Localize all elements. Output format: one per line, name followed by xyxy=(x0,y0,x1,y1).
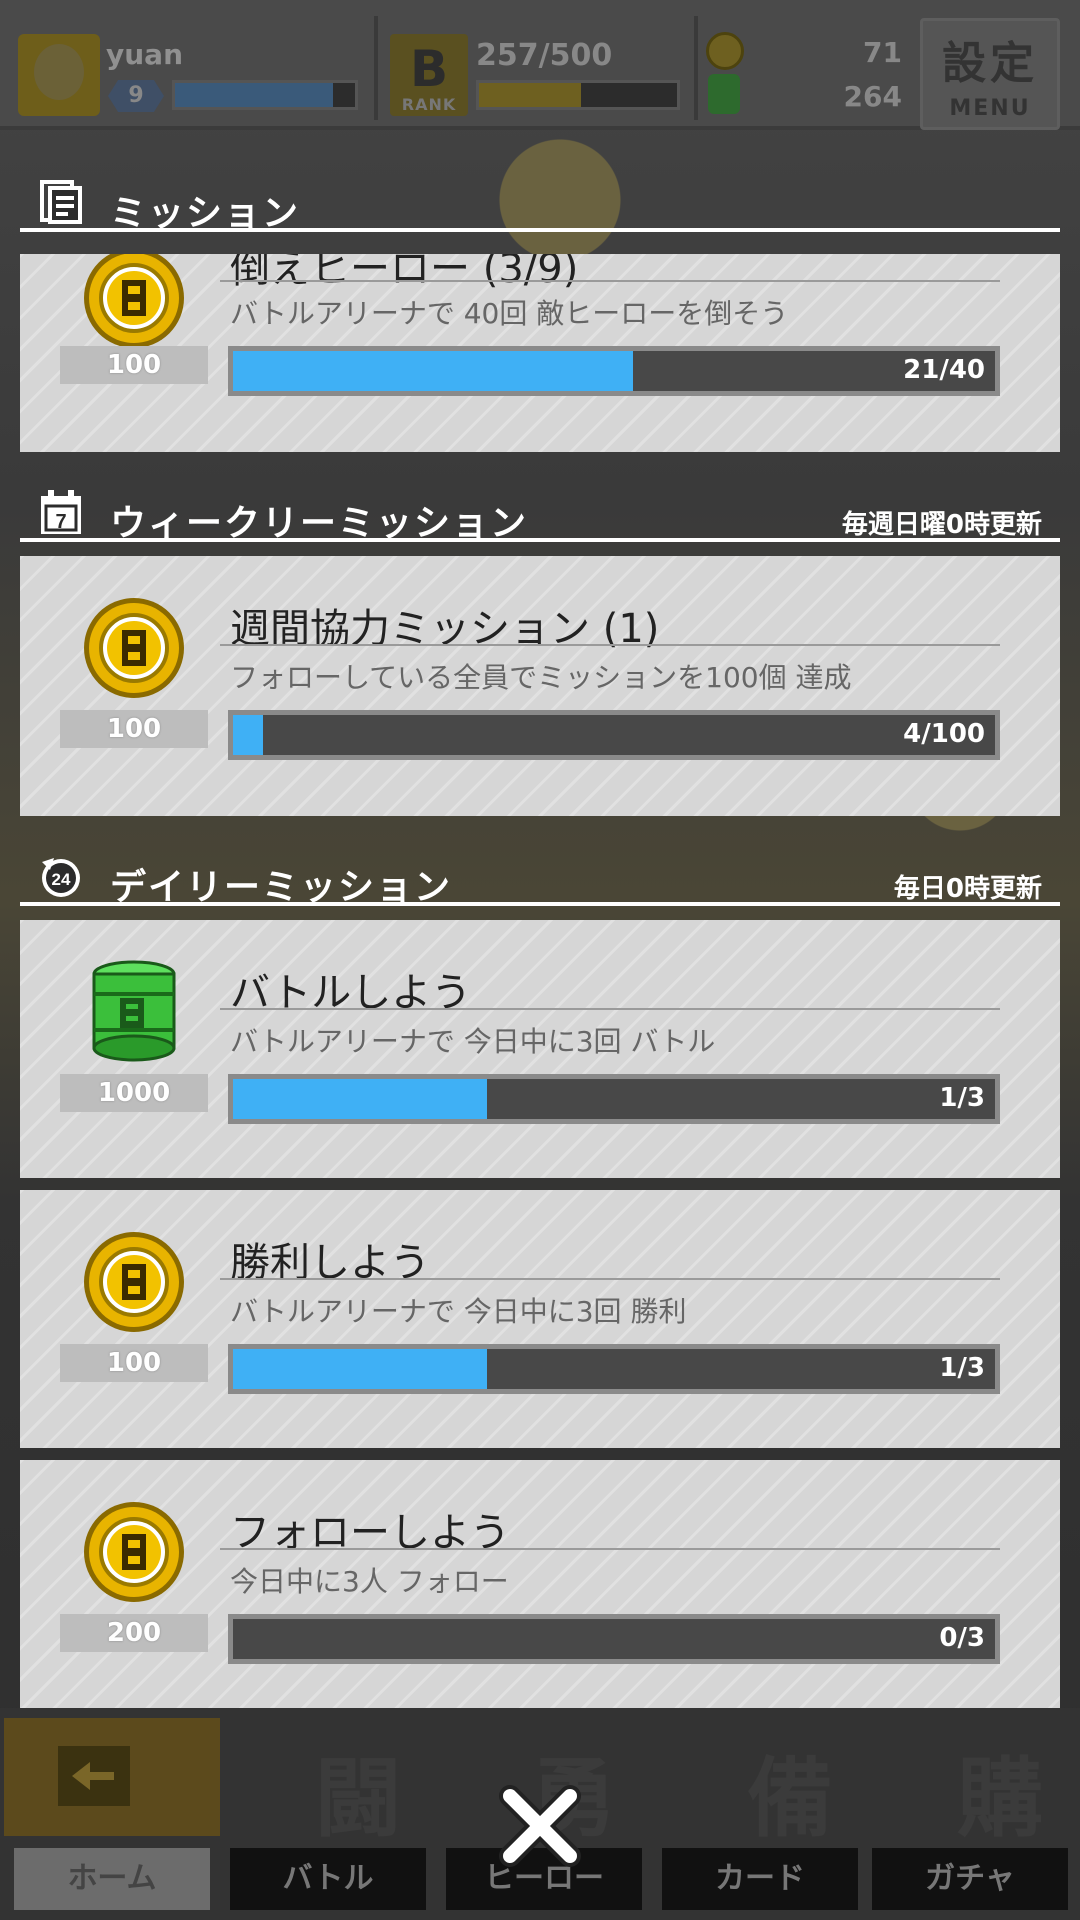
coin-icon xyxy=(706,32,744,70)
energy-can-icon xyxy=(92,960,176,1062)
section-header-weekly: 7 ウィークリーミッション 毎週日曜0時更新 xyxy=(20,482,1060,544)
progress-bar: 0/3 xyxy=(228,1614,1000,1664)
rank-progress-text: 257/500 xyxy=(476,38,613,73)
section-reset-note: 毎週日曜0時更新 xyxy=(841,510,1042,540)
title-underline xyxy=(220,1278,1000,1280)
rank-letter: B xyxy=(409,40,449,98)
coin-icon xyxy=(84,254,184,348)
document-icon xyxy=(40,180,82,224)
mission-description: バトルアリーナで 今日中に3回 勝利 xyxy=(230,1295,687,1328)
avatar[interactable] xyxy=(18,34,100,116)
rank-bar-fill xyxy=(479,83,581,107)
gacha-icon: 購 xyxy=(862,1718,1078,1849)
menu-kanji: 設定 xyxy=(942,38,1038,89)
progress-bar: 1/3 xyxy=(228,1074,1000,1124)
progress-bar: 21/40 xyxy=(228,346,1000,396)
mission-description: フォローしている全員でミッションを100個 達成 xyxy=(230,661,852,694)
coin-count: 71 xyxy=(863,36,902,69)
nav-kanji: 購 xyxy=(957,1749,1043,1849)
progress-text: 0/3 xyxy=(939,1623,985,1653)
progress-text: 1/3 xyxy=(939,1353,985,1383)
rank-icon: B RANK xyxy=(390,34,468,116)
mission-card[interactable]: 100 倒えヒーロー (3/9) バトルアリーナで 40回 敵ヒーローを倒そう … xyxy=(20,254,1060,452)
close-icon[interactable] xyxy=(490,1776,590,1876)
reward-amount: 100 xyxy=(60,346,208,384)
energy-can-icon xyxy=(708,74,740,114)
title-underline xyxy=(220,644,1000,646)
menu-label: MENU xyxy=(949,96,1031,121)
menu-button[interactable]: 設定 MENU xyxy=(920,18,1060,130)
svg-text:24: 24 xyxy=(52,870,71,889)
section-reset-note: 毎日0時更新 xyxy=(893,874,1042,904)
progress-fill xyxy=(233,1079,487,1119)
progress-text: 1/3 xyxy=(939,1083,985,1113)
level-badge: 9 xyxy=(108,80,164,112)
rank-word: RANK xyxy=(401,95,457,114)
divider xyxy=(694,16,698,120)
xp-bar-fill xyxy=(175,83,334,107)
svg-text:7: 7 xyxy=(55,511,66,533)
nav-label: ガチャ xyxy=(872,1848,1068,1910)
progress-fill xyxy=(233,1349,487,1389)
section-header-missions: ミッション xyxy=(20,172,1060,234)
progress-bar: 1/3 xyxy=(228,1344,1000,1394)
refresh-24h-icon: 24 xyxy=(42,858,80,897)
card-icon: 備 xyxy=(652,1718,868,1849)
section-title: デイリーミッション xyxy=(110,867,453,908)
mission-card[interactable]: 100 勝利しよう バトルアリーナで 今日中に3回 勝利 1/3 xyxy=(20,1190,1060,1448)
can-count: 264 xyxy=(843,80,902,113)
nav-gacha[interactable]: 購 ガチャ xyxy=(862,1718,1078,1918)
reward-amount: 200 xyxy=(60,1614,208,1652)
mission-card[interactable]: 200 フォローしよう 今日中に3人 フォロー 0/3 xyxy=(20,1460,1060,1710)
mission-description: バトルアリーナで 40回 敵ヒーローを倒そう xyxy=(230,297,789,330)
title-underline xyxy=(220,1008,1000,1010)
nav-label: バトル xyxy=(230,1848,426,1910)
progress-text: 4/100 xyxy=(903,719,985,749)
calendar-icon: 7 xyxy=(41,490,81,534)
section-header-daily: 24 デイリーミッション 毎日0時更新 xyxy=(20,846,1060,908)
reward-amount: 100 xyxy=(60,710,208,748)
gamepad-icon: 闘 xyxy=(220,1718,436,1849)
rank-bar xyxy=(476,80,680,110)
mission-title: 倒えヒーロー (3/9) xyxy=(230,254,579,292)
status-bar: yuan 9 B RANK 257/500 71 264 設定 MENU xyxy=(0,0,1080,130)
section-title: ミッション xyxy=(110,193,301,234)
divider xyxy=(374,16,378,120)
nav-label: ホーム xyxy=(14,1848,210,1910)
nav-card[interactable]: 備 カード xyxy=(652,1718,868,1918)
coin-icon xyxy=(84,1502,184,1602)
mission-description: 今日中に3人 フォロー xyxy=(230,1565,509,1598)
nav-battle[interactable]: 闘 バトル xyxy=(220,1718,436,1918)
nav-home[interactable]: ホーム xyxy=(4,1718,220,1918)
username: yuan xyxy=(106,38,184,71)
progress-fill xyxy=(233,715,264,755)
xp-bar xyxy=(172,80,358,110)
title-underline xyxy=(220,1548,1000,1550)
reward-amount: 1000 xyxy=(60,1074,208,1112)
coin-icon xyxy=(84,1232,184,1332)
section-title: ウィークリーミッション xyxy=(110,503,529,544)
nav-kanji: 備 xyxy=(747,1749,833,1849)
reward-amount: 100 xyxy=(60,1344,208,1382)
coin-icon xyxy=(84,598,184,698)
home-icon xyxy=(4,1718,220,1836)
mission-card[interactable]: 1000 バトルしよう バトルアリーナで 今日中に3回 バトル 1/3 xyxy=(20,920,1060,1178)
progress-bar: 4/100 xyxy=(228,710,1000,760)
title-underline xyxy=(220,280,1000,282)
progress-text: 21/40 xyxy=(903,355,985,385)
nav-label: カード xyxy=(662,1848,858,1910)
mission-description: バトルアリーナで 今日中に3回 バトル xyxy=(230,1025,716,1058)
mission-card[interactable]: 100 週間協力ミッション (1) フォローしている全員でミッションを100個 … xyxy=(20,556,1060,816)
nav-kanji: 闘 xyxy=(315,1749,401,1849)
progress-fill xyxy=(233,351,634,391)
